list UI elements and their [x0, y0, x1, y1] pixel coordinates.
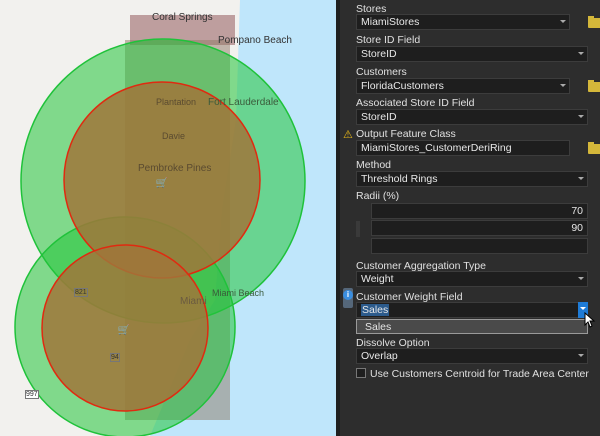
centroid-checkbox[interactable] [356, 368, 366, 378]
map-label: Davie [162, 131, 186, 141]
radius-input[interactable]: 90 [371, 220, 588, 236]
store-id-dropdown[interactable]: StoreID [356, 46, 588, 62]
map-label: Pembroke Pines [138, 163, 212, 174]
map-label: Miami [180, 296, 207, 307]
stores-dropdown[interactable]: MiamiStores [356, 14, 570, 30]
chevron-down-icon [578, 354, 584, 357]
weight-field-dropdown[interactable]: Sales [356, 302, 588, 318]
radii-label: Radii (%) [356, 190, 400, 202]
map-view[interactable]: 🛒 🛒 Coral Springs Pompano Beach Plantati… [0, 0, 336, 436]
customers-value: FloridaCustomers [361, 80, 444, 92]
mouse-cursor-icon [584, 312, 596, 328]
dropdown-option-sales[interactable]: Sales [356, 319, 588, 334]
assoc-store-id-dropdown[interactable]: StoreID [356, 109, 588, 125]
dissolve-dropdown[interactable]: Overlap [356, 348, 588, 364]
weight-field-value: Sales [361, 304, 390, 316]
store-id-label: Store ID Field [356, 34, 421, 46]
warning-icon: ⚠ [343, 129, 353, 141]
output-value: MiamiStores_CustomerDeriRing [361, 142, 512, 154]
chevron-down-icon [578, 277, 584, 280]
folder-icon[interactable] [588, 16, 600, 28]
info-icon[interactable]: i [343, 290, 353, 300]
customers-dropdown[interactable]: FloridaCustomers [356, 78, 570, 94]
method-value: Threshold Rings [361, 173, 438, 185]
radius-input[interactable] [371, 238, 588, 254]
output-label: Output Feature Class [356, 128, 456, 140]
stores-value: MiamiStores [361, 16, 420, 28]
customers-label: Customers [356, 66, 407, 78]
map-canvas[interactable]: 🛒 🛒 [0, 0, 336, 436]
map-label: Miami Beach [212, 288, 265, 298]
method-dropdown[interactable]: Threshold Rings [356, 171, 588, 187]
assoc-store-id-label: Associated Store ID Field [356, 97, 475, 109]
map-label: Fort Lauderdale [208, 97, 279, 108]
chevron-down-icon [580, 307, 586, 310]
map-label: Coral Springs [152, 12, 213, 23]
method-label: Method [356, 159, 392, 171]
output-input[interactable]: MiamiStores_CustomerDeriRing [356, 140, 570, 156]
agg-type-value: Weight [361, 273, 394, 285]
folder-icon[interactable] [588, 80, 600, 92]
agg-type-dropdown[interactable]: Weight [356, 271, 588, 287]
road-shield: 94 [110, 353, 120, 362]
centroid-label: Use Customers Centroid for Trade Area Ce… [370, 368, 589, 380]
folder-icon[interactable] [588, 142, 600, 154]
store-icon[interactable]: 🛒 [156, 176, 168, 189]
radius-input[interactable]: 70 [371, 203, 588, 219]
store-id-value: StoreID [361, 48, 397, 60]
chevron-down-icon [578, 115, 584, 118]
map-label: Pompano Beach [218, 35, 292, 46]
assoc-store-id-value: StoreID [361, 111, 397, 123]
row-drag-handle[interactable] [356, 221, 360, 237]
chevron-down-icon [560, 84, 566, 87]
geoprocessing-panel: Stores MiamiStores Store ID Field StoreI… [340, 0, 600, 436]
dissolve-value: Overlap [361, 350, 398, 362]
store-icon[interactable]: 🛒 [118, 323, 130, 336]
map-label: Plantation [156, 97, 197, 107]
chevron-down-icon [578, 52, 584, 55]
chevron-down-icon [578, 177, 584, 180]
road-shield: 821 [74, 288, 88, 297]
chevron-down-icon [560, 20, 566, 23]
road-shield: 997 [25, 390, 39, 399]
